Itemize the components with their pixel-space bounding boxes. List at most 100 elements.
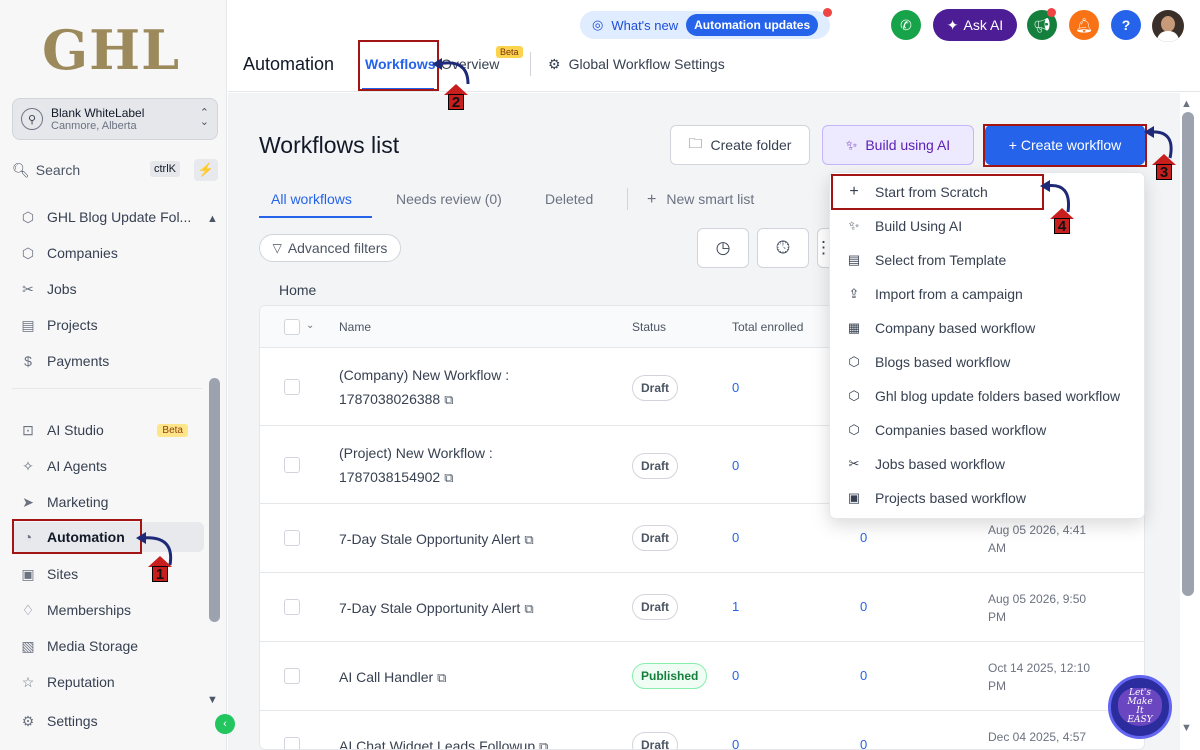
- sidebar-item-ghl-blog[interactable]: ⬡ GHL Blog Update Fol...: [18, 202, 204, 232]
- subtab-all-workflows[interactable]: All workflows: [271, 191, 352, 207]
- help-icon[interactable]: ?: [1111, 10, 1141, 40]
- image-icon: ▧: [21, 637, 35, 654]
- quick-action-bolt-icon[interactable]: ⚡: [194, 159, 218, 181]
- enrolled-count[interactable]: 0: [732, 380, 739, 395]
- enrolled-count[interactable]: 0: [732, 668, 739, 683]
- row-checkbox[interactable]: [284, 379, 300, 395]
- sidebar-item-ai-studio[interactable]: ⊡ AI Studio Beta: [18, 415, 204, 445]
- avatar[interactable]: [1152, 10, 1184, 42]
- enrolled-count[interactable]: 1: [732, 599, 739, 614]
- sidebar-scroll-down-icon[interactable]: ▼: [207, 694, 218, 706]
- enrolled-count[interactable]: 0: [732, 530, 739, 545]
- history-icon-button[interactable]: ◷: [697, 228, 749, 268]
- menu-ghl-blog-update-folders-workflow[interactable]: ⬡ Ghl blog update folders based workflow: [839, 381, 1137, 411]
- new-smart-list-button[interactable]: + New smart list: [647, 191, 754, 209]
- advanced-filters-button[interactable]: ▽ Advanced filters: [259, 234, 401, 262]
- menu-import-from-campaign[interactable]: ⇪ Import from a campaign: [839, 279, 1137, 309]
- sidebar-scrollbar[interactable]: [209, 378, 220, 622]
- tab-global-settings[interactable]: ⚙ Global Workflow Settings: [548, 56, 725, 73]
- external-link-icon[interactable]: ⧉: [444, 470, 453, 485]
- select-all-checkbox[interactable]: [284, 319, 300, 335]
- enrolled-count[interactable]: 0: [732, 737, 739, 749]
- external-link-icon[interactable]: ⧉: [437, 670, 446, 685]
- clock-icon-button[interactable]: 🕓︎: [757, 228, 809, 268]
- build-using-ai-button[interactable]: ✨︎ Build using AI: [822, 125, 974, 165]
- row-checkbox[interactable]: [284, 599, 300, 615]
- sidebar-item-media-storage[interactable]: ▧ Media Storage: [18, 631, 204, 661]
- phone-icon[interactable]: ✆: [891, 10, 921, 40]
- sidebar-item-jobs[interactable]: ✂ Jobs: [18, 274, 204, 304]
- menu-companies-based-workflow[interactable]: ⬡ Companies based workflow: [839, 415, 1137, 445]
- menu-projects-based-workflow[interactable]: ▣ Projects based workflow: [839, 483, 1137, 513]
- table-row[interactable]: AI Chat Widget Leads Followup ⧉ Draft 0 0…: [260, 711, 1144, 749]
- updated-date: Aug 05 2026, 4:41 AM: [988, 523, 1087, 555]
- create-workflow-button[interactable]: + Create workflow: [985, 125, 1145, 165]
- subtab-needs-review[interactable]: Needs review (0): [396, 191, 502, 207]
- active-count[interactable]: 0: [860, 668, 867, 683]
- breadcrumb[interactable]: Home: [279, 282, 316, 298]
- active-count[interactable]: 0: [860, 737, 867, 749]
- column-total-enrolled[interactable]: Total enrolled: [732, 320, 803, 334]
- plus-icon: +: [849, 183, 859, 200]
- megaphone-icon[interactable]: 📢︎: [1027, 8, 1057, 40]
- sidebar-item-reputation[interactable]: ☆ Reputation: [18, 667, 204, 697]
- folder-icon: 🗀: [688, 135, 703, 151]
- chevron-down-icon[interactable]: ⌄: [306, 320, 314, 331]
- row-checkbox[interactable]: [284, 737, 300, 749]
- gear-icon: ⚙: [548, 56, 561, 72]
- workflow-name[interactable]: AI Chat Widget Leads Followup ⧉: [339, 734, 548, 749]
- sidebar-scroll-up-icon[interactable]: ▲: [207, 213, 218, 225]
- active-count[interactable]: 0: [860, 530, 867, 545]
- column-name[interactable]: Name: [339, 320, 371, 334]
- enrolled-count[interactable]: 0: [732, 458, 739, 473]
- sidebar-item-settings[interactable]: ⚙ Settings: [18, 706, 204, 736]
- automation-updates-pill[interactable]: Automation updates: [686, 14, 819, 36]
- ask-ai-button[interactable]: ✦ Ask AI: [933, 9, 1017, 41]
- menu-blogs-based-workflow[interactable]: ⬡ Blogs based workflow: [839, 347, 1137, 377]
- row-checkbox[interactable]: [284, 457, 300, 473]
- sidebar-item-sites[interactable]: ▣ Sites: [18, 559, 204, 589]
- sidebar-item-payments[interactable]: $ Payments: [18, 346, 204, 376]
- tab-overview[interactable]: Overview: [441, 56, 499, 72]
- workflow-name[interactable]: 7-Day Stale Opportunity Alert ⧉: [339, 596, 534, 621]
- page-scrollbar[interactable]: [1182, 112, 1194, 596]
- sidebar-item-projects[interactable]: ▤ Projects: [18, 310, 204, 340]
- sidebar-item-companies[interactable]: ⬡ Companies: [18, 238, 204, 268]
- row-checkbox[interactable]: [284, 668, 300, 684]
- avatar-face: [1161, 16, 1175, 32]
- menu-jobs-based-workflow[interactable]: ✂ Jobs based workflow: [839, 449, 1137, 479]
- external-link-icon[interactable]: ⧉: [444, 392, 453, 407]
- sidebar-item-memberships[interactable]: ♢ Memberships: [18, 595, 204, 625]
- ghl-logo[interactable]: GHL: [42, 18, 180, 82]
- sidebar-item-automation[interactable]: ◔ Automation: [12, 522, 204, 552]
- workflow-name[interactable]: 7-Day Stale Opportunity Alert ⧉: [339, 527, 534, 552]
- active-count[interactable]: 0: [860, 599, 867, 614]
- whats-new-banner[interactable]: ◎ What's new Automation updates: [580, 8, 832, 39]
- tab-workflows[interactable]: Workflows: [365, 56, 436, 72]
- workflow-name[interactable]: (Project) New Workflow :1787038154902 ⧉: [339, 441, 493, 490]
- workflow-name[interactable]: (Company) New Workflow :1787038026388 ⧉: [339, 363, 509, 412]
- search-input[interactable]: 🔍︎ Search ctrlK: [12, 158, 186, 182]
- menu-start-from-scratch[interactable]: + Start from Scratch: [839, 177, 1137, 207]
- more-icon-button[interactable]: ⋮: [815, 228, 832, 268]
- table-row[interactable]: 7-Day Stale Opportunity Alert ⧉ Draft 1 0…: [260, 573, 1144, 642]
- sidebar-item-ai-agents[interactable]: ✧ AI Agents: [18, 451, 204, 481]
- menu-company-based-workflow[interactable]: ▦ Company based workflow: [839, 313, 1137, 343]
- external-link-icon[interactable]: ⧉: [539, 739, 548, 749]
- menu-select-from-template[interactable]: ▤ Select from Template: [839, 245, 1137, 275]
- page-scroll-up-icon[interactable]: ▲: [1181, 98, 1192, 110]
- create-folder-button[interactable]: 🗀 Create folder: [670, 125, 810, 165]
- column-status[interactable]: Status: [632, 320, 666, 334]
- collapse-sidebar-icon[interactable]: ‹: [215, 714, 235, 734]
- external-link-icon[interactable]: ⧉: [524, 532, 533, 547]
- table-row[interactable]: AI Call Handler ⧉ Published 0 0 Oct 14 20…: [260, 642, 1144, 711]
- account-switcher[interactable]: ⚲ Blank WhiteLabel Canmore, Alberta ⌃ ⌄: [12, 98, 218, 140]
- menu-build-using-ai[interactable]: ✨︎ Build Using AI: [839, 211, 1137, 241]
- external-link-icon[interactable]: ⧉: [524, 601, 533, 616]
- page-scroll-down-icon[interactable]: ▼: [1181, 722, 1192, 734]
- subtab-deleted[interactable]: Deleted: [545, 191, 593, 207]
- bell-icon[interactable]: 🔔︎: [1069, 10, 1099, 40]
- workflow-name[interactable]: AI Call Handler ⧉: [339, 665, 446, 690]
- row-checkbox[interactable]: [284, 530, 300, 546]
- sidebar-item-marketing[interactable]: ➤ Marketing: [18, 487, 204, 517]
